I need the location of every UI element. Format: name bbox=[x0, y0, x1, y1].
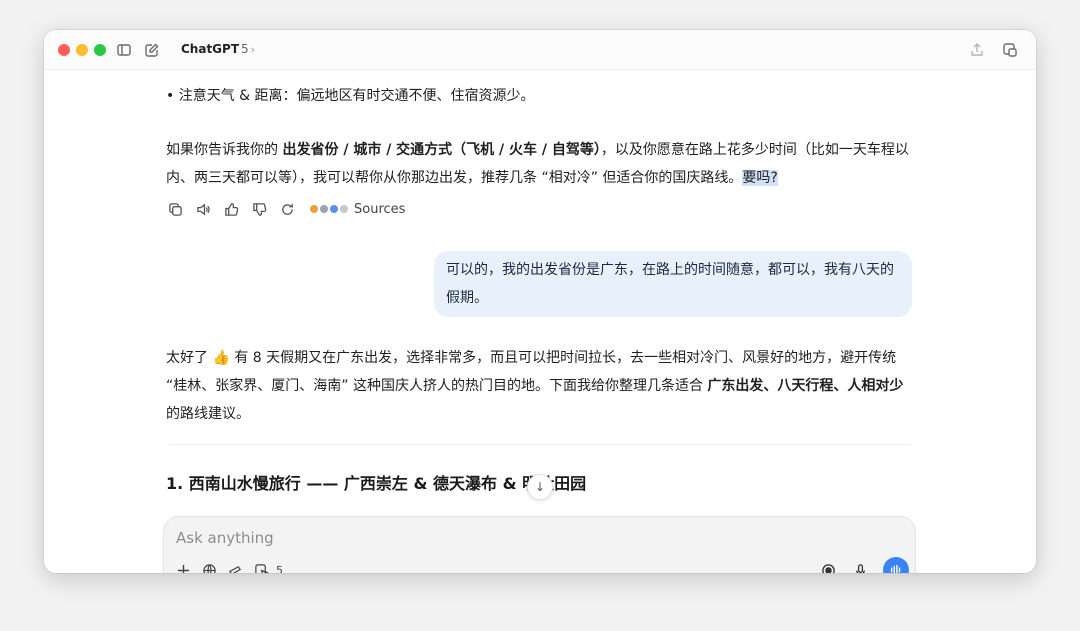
arrow-down-icon: ↓ bbox=[534, 480, 546, 494]
prompt-input[interactable] bbox=[176, 529, 776, 547]
new-chat-icon[interactable] bbox=[143, 41, 161, 59]
model-version: 5 bbox=[241, 42, 249, 56]
plus-icon[interactable] bbox=[174, 561, 192, 573]
message-action-bar: Sources bbox=[166, 198, 405, 220]
sources-button[interactable]: Sources bbox=[310, 202, 405, 217]
minimize-window-button[interactable] bbox=[76, 44, 88, 56]
paragraph-text: 如果你告诉我你的 bbox=[166, 142, 283, 158]
share-icon[interactable] bbox=[968, 41, 986, 59]
voice-mode-button[interactable] bbox=[883, 557, 909, 573]
zoom-window-button[interactable] bbox=[94, 44, 106, 56]
telescope-icon[interactable] bbox=[226, 561, 244, 573]
user-message-bubble: 可以的，我的出发省份是广东，在路上的时间随意，都可以，我有八天的假期。 bbox=[434, 251, 912, 317]
title-bar: ChatGPT 5 › bbox=[44, 30, 1036, 70]
source-favicon bbox=[340, 205, 348, 213]
user-message-text: 可以的，我的出发省份是广东，在路上的时间随意，都可以，我有八天的假期。 bbox=[446, 262, 894, 306]
record-icon[interactable] bbox=[819, 561, 837, 573]
model-selector[interactable]: ChatGPT 5 › bbox=[181, 42, 255, 56]
scroll-to-bottom-button[interactable]: ↓ bbox=[527, 474, 553, 500]
assistant-bullet-line: • 注意天气 & 距离：偏远地区有时交通不便、住宿资源少。 bbox=[166, 88, 535, 104]
app-window: ChatGPT 5 › • 注意天气 & 距离：偏远地区有时交通不便、住宿资源少… bbox=[44, 30, 1036, 573]
source-favicon bbox=[310, 205, 318, 213]
close-window-button[interactable] bbox=[58, 44, 70, 56]
conversation-area[interactable]: • 注意天气 & 距离：偏远地区有时交通不便、住宿资源少。 如果你告诉我你的 出… bbox=[44, 70, 1036, 573]
composer-tools: 5 bbox=[174, 559, 283, 573]
section-heading: 1. 西南山水慢旅行 —— 广西崇左 & 德天瀑布 & 明仕田园 bbox=[166, 474, 587, 493]
assistant-paragraph: 如果你告诉我你的 出发省份 / 城市 / 交通方式（飞机 / 火车 / 自驾等）… bbox=[166, 136, 916, 192]
source-favicons bbox=[310, 205, 348, 213]
assistant-reply-paragraph: 太好了 👍 有 8 天假期又在广东出发，选择非常多，而且可以把时间拉长，去一些相… bbox=[166, 344, 916, 428]
window-mode-icon[interactable] bbox=[1001, 41, 1019, 59]
chevron-right-icon: › bbox=[250, 42, 256, 56]
composer: 5 bbox=[163, 516, 916, 573]
paragraph-bold-text: 出发省份 / 城市 / 交通方式（飞机 / 火车 / 自驾等） bbox=[282, 142, 601, 158]
copy-icon[interactable] bbox=[166, 200, 184, 218]
globe-icon[interactable] bbox=[200, 561, 218, 573]
paragraph-text: 的路线建议。 bbox=[166, 406, 250, 422]
sidebar-toggle-icon[interactable] bbox=[115, 41, 133, 59]
source-favicon bbox=[330, 205, 338, 213]
section-divider bbox=[170, 444, 910, 445]
waveform-icon bbox=[890, 564, 901, 573]
read-aloud-icon[interactable] bbox=[194, 200, 212, 218]
regenerate-icon[interactable] bbox=[278, 200, 296, 218]
paragraph-bold-text: 广东出发、八天行程、人相对少 bbox=[707, 378, 904, 394]
source-favicon bbox=[320, 205, 328, 213]
composer-right-tools bbox=[819, 557, 909, 573]
agent-cursor-icon[interactable] bbox=[252, 561, 270, 573]
thumbs-up-icon[interactable] bbox=[222, 200, 240, 218]
microphone-icon[interactable] bbox=[851, 561, 869, 573]
highlighted-text: 要吗? bbox=[742, 170, 778, 186]
sources-label: Sources bbox=[354, 201, 406, 217]
tools-count: 5 bbox=[276, 563, 283, 574]
thumbs-down-icon[interactable] bbox=[250, 200, 268, 218]
model-name: ChatGPT bbox=[181, 42, 240, 56]
